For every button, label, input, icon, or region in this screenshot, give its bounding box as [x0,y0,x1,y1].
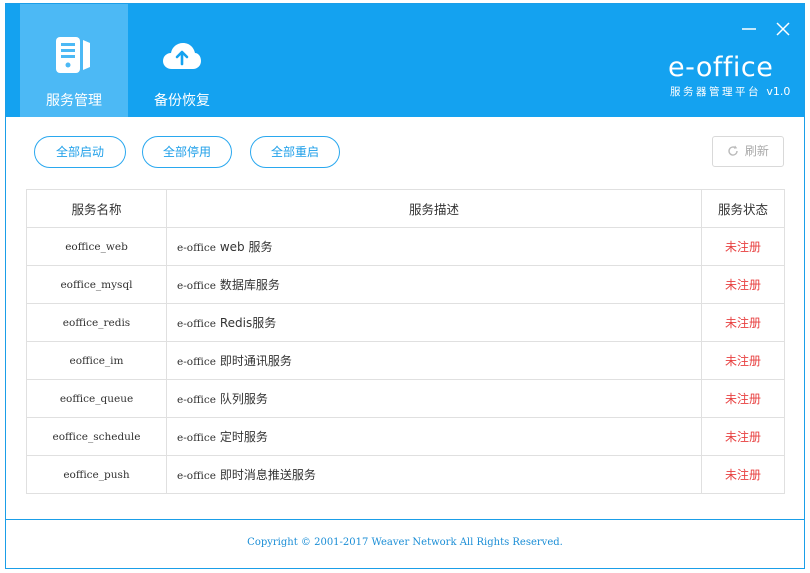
tab-label: 备份恢复 [154,93,210,109]
table-row[interactable]: eoffice_redis e-office Redis服务 未注册 [26,303,785,342]
header-bar: 服务管理 备份恢复 e-office 服务器管理平台 v1.0 [6,4,804,117]
brand-subtitle: 服务器管理平台 v1.0 [670,84,790,99]
desc-prefix: e-office [177,318,216,330]
desc-prefix: e-office [177,242,216,254]
service-name: eoffice_mysql [26,265,167,304]
minimize-icon [738,25,760,44]
table-row[interactable]: eoffice_queue e-office 队列服务 未注册 [26,379,785,418]
footer-divider [6,519,804,520]
service-desc: e-office 数据库服务 [166,265,702,304]
start-all-button[interactable]: 全部启动 [34,136,126,168]
header-service-desc: 服务描述 [166,189,702,228]
copyright-text: Copyright © 2001-2017 Weaver Network All… [247,537,563,548]
desc-prefix: e-office [177,470,216,482]
brand-title: e-office [668,52,774,83]
close-button[interactable] [772,18,794,40]
service-desc: e-office Redis服务 [166,303,702,342]
service-desc: e-office 队列服务 [166,379,702,418]
service-status: 未注册 [701,341,785,380]
service-name: eoffice_redis [26,303,167,342]
service-name: eoffice_push [26,455,167,494]
server-icon [54,36,94,78]
service-status: 未注册 [701,227,785,266]
service-desc: e-office 即时通讯服务 [166,341,702,380]
cloud-upload-icon [163,42,201,74]
desc-text: 队列服务 [219,392,268,406]
services-table: 服务名称 服务描述 服务状态 eoffice_web e-office web … [26,189,785,494]
desc-text: Redis服务 [219,316,277,330]
desc-text: 定时服务 [219,430,268,444]
header-service-name: 服务名称 [26,189,167,228]
desc-text: 即时消息推送服务 [219,468,316,482]
desc-text: 数据库服务 [219,278,280,292]
minimize-button[interactable] [738,18,760,40]
service-status: 未注册 [701,455,785,494]
service-status: 未注册 [701,379,785,418]
app-window: 服务管理 备份恢复 e-office 服务器管理平台 v1.0 全部启动 全部停… [5,3,805,569]
table-row[interactable]: eoffice_push e-office 即时消息推送服务 未注册 [26,455,785,494]
tab-service-management[interactable]: 服务管理 [20,4,128,117]
brand-subtitle-text: 服务器管理平台 [670,86,761,98]
refresh-label: 刷新 [744,144,769,158]
desc-prefix: e-office [177,356,216,368]
service-name: eoffice_queue [26,379,167,418]
refresh-icon [727,144,745,158]
service-status: 未注册 [701,303,785,342]
table-row[interactable]: eoffice_web e-office web 服务 未注册 [26,227,785,266]
table-header-row: 服务名称 服务描述 服务状态 [26,189,785,228]
tab-backup-restore[interactable]: 备份恢复 [128,4,236,117]
close-icon [772,22,794,44]
desc-text: web 服务 [219,240,273,254]
desc-text: 即时通讯服务 [219,354,292,368]
header-service-status: 服务状态 [701,189,785,228]
refresh-button[interactable]: 刷新 [712,136,784,167]
stop-all-button[interactable]: 全部停用 [142,136,232,168]
desc-prefix: e-office [177,280,216,292]
table-row[interactable]: eoffice_im e-office 即时通讯服务 未注册 [26,341,785,380]
service-status: 未注册 [701,417,785,456]
brand-version: v1.0 [766,85,791,98]
table-row[interactable]: eoffice_mysql e-office 数据库服务 未注册 [26,265,785,304]
service-name: eoffice_im [26,341,167,380]
tab-label: 服务管理 [46,93,102,109]
table-row[interactable]: eoffice_schedule e-office 定时服务 未注册 [26,417,785,456]
service-desc: e-office 即时消息推送服务 [166,455,702,494]
desc-prefix: e-office [177,394,216,406]
restart-all-button[interactable]: 全部重启 [250,136,340,168]
service-desc: e-office 定时服务 [166,417,702,456]
service-status: 未注册 [701,265,785,304]
service-desc: e-office web 服务 [166,227,702,266]
desc-prefix: e-office [177,432,216,444]
service-name: eoffice_schedule [26,417,167,456]
service-name: eoffice_web [26,227,167,266]
